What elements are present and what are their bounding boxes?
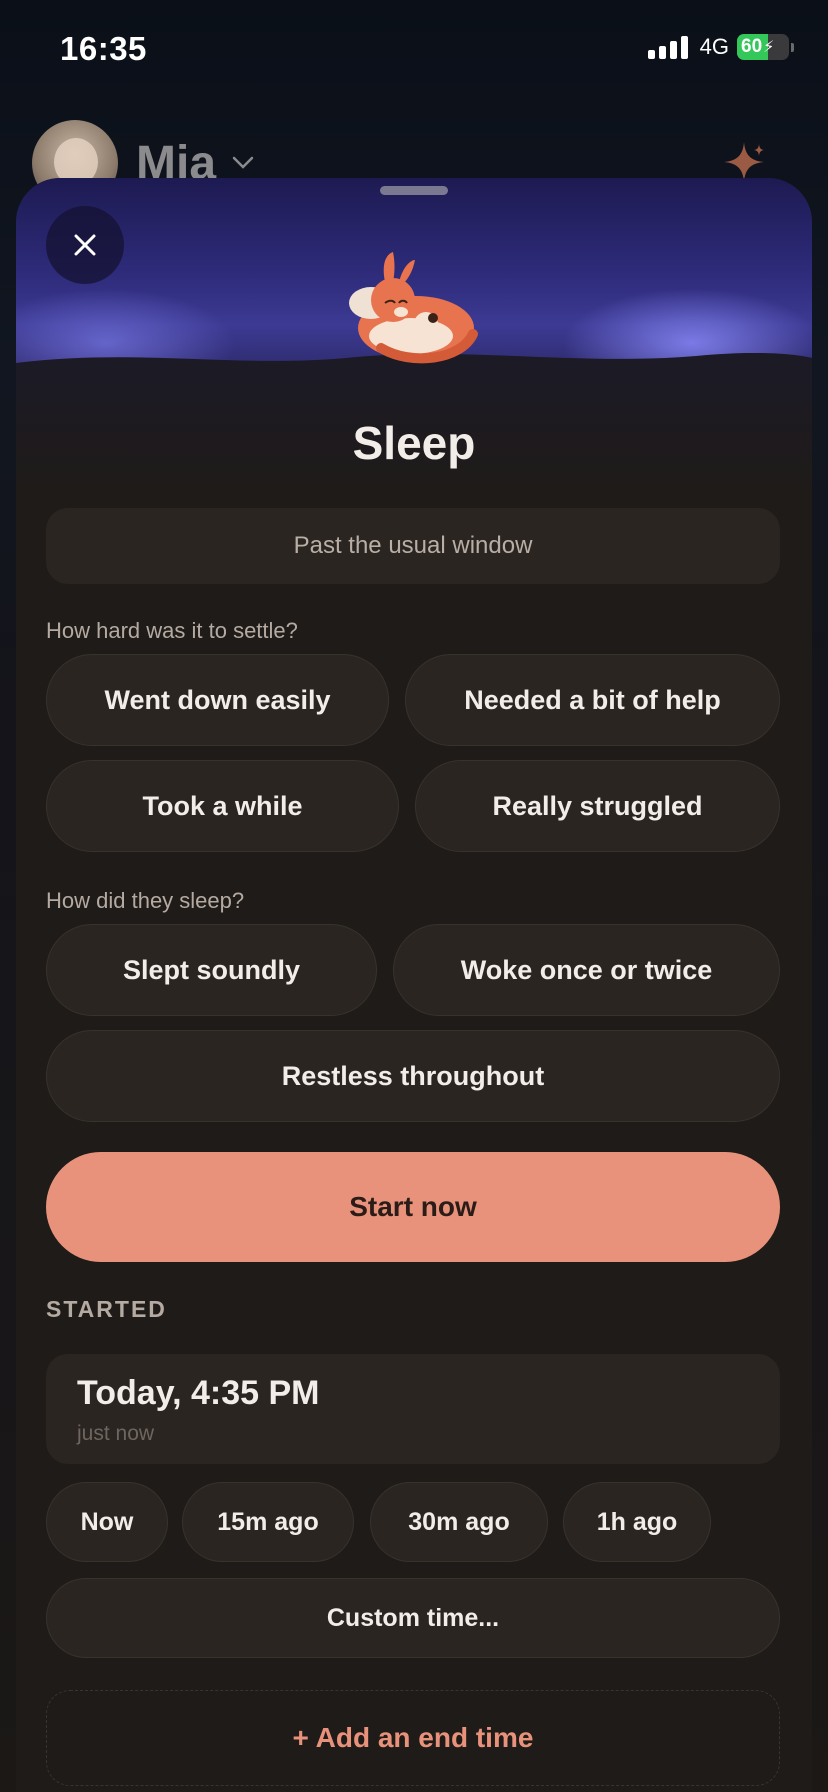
add-end-time-button[interactable]: + Add an end time — [46, 1690, 780, 1786]
charging-bolt-icon: ⚡ — [763, 39, 775, 56]
start-time-value: Today, 4:35 PM — [77, 1374, 320, 1412]
sleep-sheet: Sleep Past the usual window How hard was… — [16, 178, 812, 1792]
signal-icon — [647, 35, 688, 59]
window-status-banner: Past the usual window — [46, 508, 780, 584]
battery-icon: 60 ⚡ — [737, 34, 789, 60]
status-bar: 16:35 4G 60 ⚡ — [0, 0, 828, 100]
start-time-card[interactable]: Today, 4:35 PM just now — [46, 1354, 780, 1464]
settle-question: How hard was it to settle? — [46, 618, 298, 643]
started-section-label: STARTED — [46, 1296, 167, 1322]
quality-option-restless[interactable]: Restless throughout — [46, 1030, 780, 1122]
quick-time-1h[interactable]: 1h ago — [563, 1482, 711, 1562]
sleeping-kangaroo-icon — [349, 252, 478, 364]
sheet-grabber[interactable] — [380, 186, 448, 195]
quality-question: How did they sleep? — [46, 888, 245, 913]
chevron-down-icon[interactable] — [232, 156, 254, 170]
start-now-button[interactable]: Start now — [46, 1152, 780, 1262]
close-icon — [74, 234, 96, 256]
start-time-relative: just now — [77, 1422, 155, 1445]
quality-option-woke[interactable]: Woke once or twice — [393, 924, 780, 1016]
quick-time-now[interactable]: Now — [46, 1482, 168, 1562]
network-type: 4G — [699, 34, 729, 59]
settle-option-easy[interactable]: Went down easily — [46, 654, 389, 746]
quality-option-soundly[interactable]: Slept soundly — [46, 924, 377, 1016]
quick-time-15m[interactable]: 15m ago — [182, 1482, 354, 1562]
close-button[interactable] — [46, 206, 124, 284]
settle-option-took-a-while[interactable]: Took a while — [46, 760, 399, 852]
quick-time-30m[interactable]: 30m ago — [370, 1482, 548, 1562]
status-indicators: 4G 60 ⚡ — [647, 34, 794, 60]
settle-option-some-help[interactable]: Needed a bit of help — [405, 654, 780, 746]
settle-option-struggled[interactable]: Really struggled — [415, 760, 780, 852]
custom-time-button[interactable]: Custom time... — [46, 1578, 780, 1658]
battery-percent: 60 — [741, 36, 763, 57]
page-title: Sleep — [352, 417, 476, 469]
status-time: 16:35 — [60, 30, 147, 67]
battery-cap — [791, 42, 794, 52]
